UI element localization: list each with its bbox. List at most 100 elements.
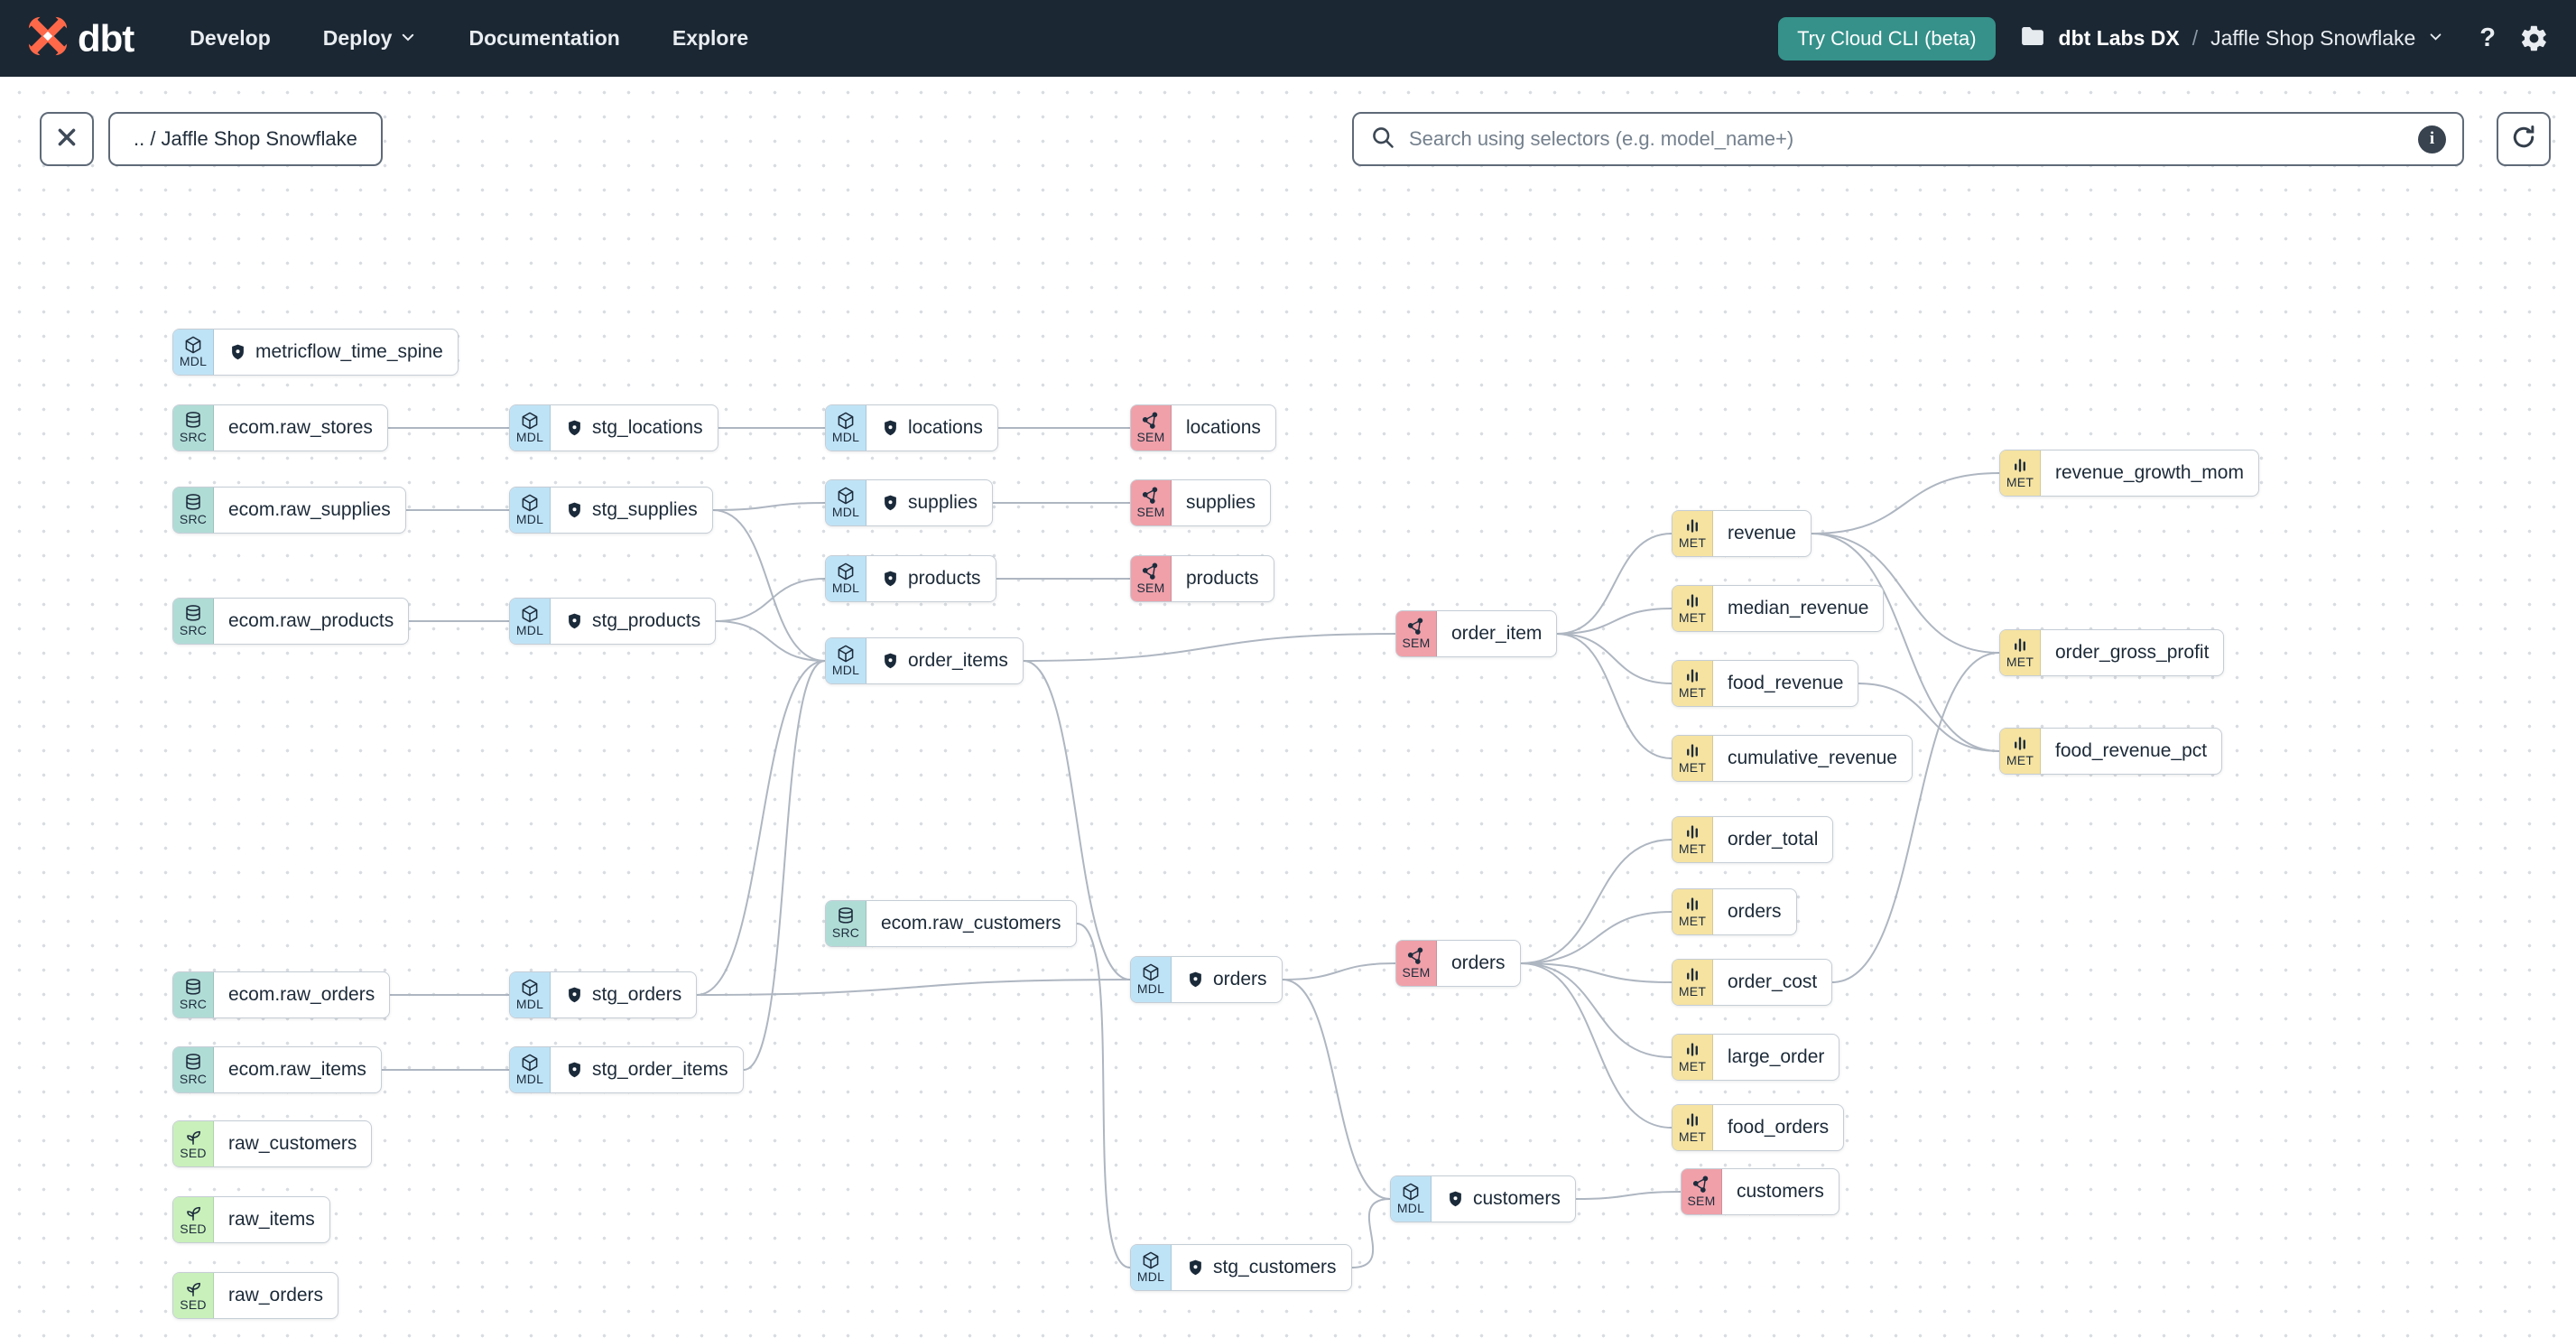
graph-node-raw_orders_src[interactable]: SRC ecom.raw_orders xyxy=(172,971,391,1018)
project-name[interactable]: Jaffle Shop Snowflake xyxy=(2210,26,2415,51)
node-label: stg_supplies xyxy=(592,499,698,520)
node-type-label: MET xyxy=(1678,984,1707,999)
graph-node-raw_products_src[interactable]: SRC ecom.raw_products xyxy=(172,598,410,645)
graph-node-revenue_growth_mom[interactable]: MET revenue_growth_mom xyxy=(1999,450,2259,497)
graph-node-locations_sem[interactable]: SEM locations xyxy=(1130,404,1276,451)
graph-node-stg_supplies[interactable]: MDL stg_supplies xyxy=(509,487,713,534)
node-type-label: SEM xyxy=(1687,1194,1716,1209)
graph-node-stg_order_items[interactable]: MDL stg_order_items xyxy=(509,1046,744,1093)
graph-node-raw_items_src[interactable]: SRC ecom.raw_items xyxy=(172,1046,382,1093)
graph-node-supplies_sem[interactable]: SEM supplies xyxy=(1130,479,1272,526)
graph-node-food_orders[interactable]: MET food_orders xyxy=(1672,1104,1845,1151)
project-breadcrumb[interactable]: dbt Labs DX / Jaffle Shop Snowflake xyxy=(2019,23,2444,54)
graph-node-order_cost[interactable]: MET order_cost xyxy=(1672,959,1833,1006)
node-type-label: MDL xyxy=(831,581,860,596)
graph-node-stg_orders[interactable]: MDL stg_orders xyxy=(509,971,698,1018)
graph-node-raw_customers_seed[interactable]: SED raw_customers xyxy=(172,1120,373,1167)
breadcrumb[interactable]: .. / Jaffle Shop Snowflake xyxy=(108,112,383,166)
bar-chart-icon xyxy=(1682,516,1702,536)
graph-node-metricflow_time_spine[interactable]: MDL metricflow_time_spine xyxy=(172,329,459,376)
graph-node-orders_sem[interactable]: SEM orders xyxy=(1395,940,1521,987)
node-type-badge: MET xyxy=(1673,817,1713,862)
health-shield-icon xyxy=(565,1061,584,1080)
graph-node-products[interactable]: MDL products xyxy=(825,555,996,602)
dbt-logo-icon xyxy=(21,9,75,63)
breadcrumb-separator: / xyxy=(2191,26,2199,50)
chevron-down-icon xyxy=(2428,29,2443,49)
graph-node-order_gross_profit[interactable]: MET order_gross_profit xyxy=(1999,629,2225,676)
search-input[interactable] xyxy=(1407,126,2406,152)
graph-node-median_revenue[interactable]: MET median_revenue xyxy=(1672,585,1885,632)
cube-icon xyxy=(520,493,540,513)
graph-node-stg_locations[interactable]: MDL stg_locations xyxy=(509,404,718,451)
node-type-badge: MET xyxy=(1673,736,1713,781)
node-label: cumulative_revenue xyxy=(1728,748,1897,768)
close-lineage-button[interactable] xyxy=(40,112,94,166)
refresh-button[interactable] xyxy=(2497,112,2551,166)
node-type-badge: MET xyxy=(1673,960,1713,1005)
graph-node-customers[interactable]: MDL customers xyxy=(1390,1175,1576,1222)
graph-node-order_items[interactable]: MDL order_items xyxy=(825,637,1024,684)
node-label: products xyxy=(1186,568,1259,589)
graph-node-raw_supplies_src[interactable]: SRC ecom.raw_supplies xyxy=(172,487,406,534)
cube-icon xyxy=(520,411,540,431)
graph-node-stg_customers[interactable]: MDL stg_customers xyxy=(1130,1244,1352,1291)
node-label: orders xyxy=(1451,952,1506,973)
bar-chart-icon xyxy=(1682,1040,1702,1060)
graph-node-large_order[interactable]: MET large_order xyxy=(1672,1034,1840,1081)
health-shield-icon xyxy=(881,652,900,671)
graph-node-order_item_sem[interactable]: SEM order_item xyxy=(1395,610,1558,657)
graph-node-cumulative_revenue[interactable]: MET cumulative_revenue xyxy=(1672,735,1913,782)
bar-chart-icon xyxy=(2010,636,2030,655)
node-type-label: SEM xyxy=(1402,636,1431,651)
node-type-label: MDL xyxy=(515,512,544,527)
graph-node-raw_customers_src[interactable]: SRC ecom.raw_customers xyxy=(825,900,1077,947)
graph-node-food_revenue[interactable]: MET food_revenue xyxy=(1672,660,1859,707)
breadcrumb-label: .. / Jaffle Shop Snowflake xyxy=(134,127,357,150)
node-type-label: SEM xyxy=(1136,505,1165,520)
graph-node-revenue[interactable]: MET revenue xyxy=(1672,510,1812,557)
try-cloud-cli-button[interactable]: Try Cloud CLI (beta) xyxy=(1778,16,1996,60)
graph-node-raw_orders_seed[interactable]: SED raw_orders xyxy=(172,1272,339,1319)
graph-node-order_total[interactable]: MET order_total xyxy=(1672,816,1834,863)
graph-node-products_sem[interactable]: SEM products xyxy=(1130,555,1274,602)
health-shield-icon xyxy=(565,419,584,438)
account-name[interactable]: dbt Labs DX xyxy=(2059,26,2180,51)
node-type-label: SRC xyxy=(179,997,208,1012)
info-icon[interactable]: i xyxy=(2418,125,2446,153)
graph-node-raw_stores_src[interactable]: SRC ecom.raw_stores xyxy=(172,404,388,451)
node-label: large_order xyxy=(1728,1046,1825,1067)
cube-icon xyxy=(1141,1250,1161,1270)
graph-node-customers_sem[interactable]: SEM customers xyxy=(1681,1168,1839,1215)
cube-icon xyxy=(183,335,203,355)
graph-node-supplies[interactable]: MDL supplies xyxy=(825,479,994,526)
help-icon[interactable]: ? xyxy=(2479,23,2496,53)
nav-item-develop[interactable]: Develop xyxy=(190,26,270,51)
health-shield-icon xyxy=(881,494,900,513)
node-type-badge: MET xyxy=(1673,586,1713,631)
nav-item-explore[interactable]: Explore xyxy=(672,26,748,51)
node-type-badge: SEM xyxy=(1131,480,1172,525)
dbt-logo[interactable]: dbt xyxy=(21,9,134,63)
node-type-label: MET xyxy=(2006,655,2034,670)
node-type-badge: MDL xyxy=(510,488,551,533)
selector-search[interactable]: i xyxy=(1352,112,2464,166)
nav-item-deploy[interactable]: Deploy xyxy=(323,26,417,51)
seedling-icon xyxy=(183,1203,203,1222)
node-type-badge: MDL xyxy=(173,330,214,375)
graph-node-raw_items_seed[interactable]: SED raw_items xyxy=(172,1196,330,1243)
graph-node-locations[interactable]: MDL locations xyxy=(825,404,998,451)
node-type-label: MDL xyxy=(831,663,860,678)
graph-node-stg_products[interactable]: MDL stg_products xyxy=(509,598,717,645)
cube-icon xyxy=(836,486,856,506)
nav-item-documentation[interactable]: Documentation xyxy=(468,26,619,51)
gear-icon[interactable] xyxy=(2519,23,2549,53)
graph-node-food_revenue_pct[interactable]: MET food_revenue_pct xyxy=(1999,728,2223,775)
graph-node-orders_met[interactable]: MET orders xyxy=(1672,888,1797,935)
main-nav: Develop Deploy Documentation Explore xyxy=(190,26,748,51)
graph-node-orders[interactable]: MDL orders xyxy=(1130,956,1283,1003)
node-type-label: SRC xyxy=(179,623,208,638)
node-label: median_revenue xyxy=(1728,598,1869,618)
lineage-canvas[interactable]: MDL metricflow_time_spine SRC ecom.raw_s… xyxy=(0,0,2576,1338)
database-icon xyxy=(183,493,203,513)
